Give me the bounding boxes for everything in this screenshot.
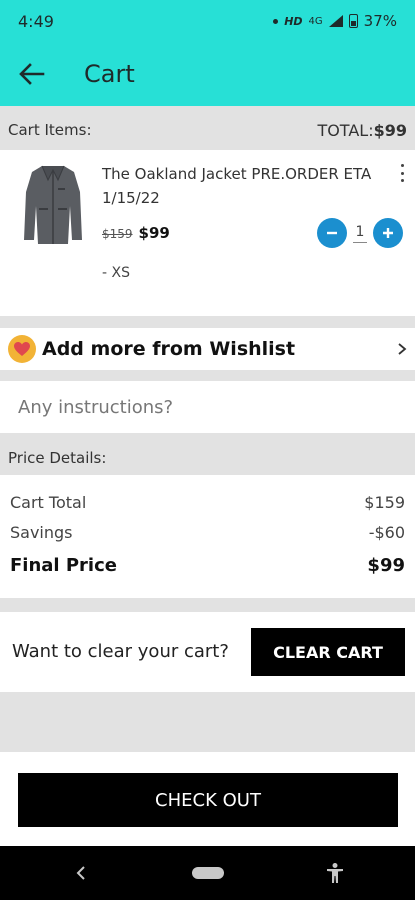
total-label: TOTAL: xyxy=(317,120,374,140)
clear-cart-section: Want to clear your cart? CLEAR CART xyxy=(0,612,415,692)
battery-icon xyxy=(348,14,358,28)
notification-dot-icon xyxy=(273,18,279,24)
cart-items-header: Cart Items: TOTAL:$99 xyxy=(0,108,415,152)
checkout-bar: CHECK OUT xyxy=(0,752,415,846)
cart-total-label: Cart Total xyxy=(10,492,87,512)
checkout-button[interactable]: CHECK OUT xyxy=(18,773,398,827)
savings-label: Savings xyxy=(10,522,73,542)
quantity-stepper: 1 xyxy=(317,218,403,248)
quantity-value[interactable]: 1 xyxy=(353,224,367,243)
original-price: $159 xyxy=(102,227,133,241)
savings-row: Savings -$60 xyxy=(10,517,405,547)
accessibility-icon[interactable] xyxy=(324,862,346,884)
instructions-field-container xyxy=(0,381,415,433)
final-price-value: $99 xyxy=(367,554,405,576)
nav-home-pill[interactable] xyxy=(192,867,224,879)
signal-icon xyxy=(328,15,343,27)
total-value: $99 xyxy=(373,120,407,140)
plus-icon xyxy=(383,228,393,238)
sale-price: $99 xyxy=(138,224,170,242)
battery-percent: 37% xyxy=(363,12,397,30)
savings-value: -$60 xyxy=(368,522,405,542)
cart-total-value: $159 xyxy=(364,492,405,512)
cart-total-summary: TOTAL:$99 xyxy=(317,121,407,140)
status-time: 4:49 xyxy=(18,11,54,31)
wishlist-label: Add more from Wishlist xyxy=(42,338,296,360)
page-title: Cart xyxy=(84,60,135,88)
instructions-input[interactable] xyxy=(18,396,397,418)
decrease-quantity-button[interactable] xyxy=(317,218,347,248)
heart-icon xyxy=(14,342,30,356)
cart-items-label: Cart Items: xyxy=(8,121,92,139)
signal-type: 4G xyxy=(308,15,323,27)
product-image[interactable] xyxy=(22,162,84,244)
clear-cart-prompt: Want to clear your cart? xyxy=(12,641,229,662)
status-icons: HD 4G 37% xyxy=(273,12,397,30)
app-bar: Cart xyxy=(0,42,415,106)
add-from-wishlist-row[interactable]: Add more from Wishlist xyxy=(0,328,415,370)
final-price-label: Final Price xyxy=(10,554,117,576)
increase-quantity-button[interactable] xyxy=(373,218,403,248)
item-menu-icon[interactable] xyxy=(397,164,407,182)
cart-total-row: Cart Total $159 xyxy=(10,487,405,517)
status-bar: 4:49 HD 4G 37% xyxy=(0,0,415,42)
cart-item: The Oakland Jacket PRE.ORDER ETA 1/15/22… xyxy=(0,150,415,316)
price-details: Cart Total $159 Savings -$60 Final Price… xyxy=(0,475,415,598)
arrow-left-icon xyxy=(19,63,45,85)
chevron-right-icon xyxy=(398,343,407,355)
network-type: HD xyxy=(284,14,303,28)
system-navigation-bar xyxy=(0,846,415,900)
product-variant: - XS xyxy=(102,265,130,281)
clear-cart-button[interactable]: CLEAR CART xyxy=(251,628,405,676)
final-price-row: Final Price $99 xyxy=(10,547,405,583)
price-row: $159 $99 xyxy=(102,224,170,242)
product-title[interactable]: The Oakland Jacket PRE.ORDER ETA 1/15/22 xyxy=(102,162,392,210)
heart-badge xyxy=(8,335,36,363)
back-button[interactable] xyxy=(0,42,64,106)
minus-icon xyxy=(327,231,337,235)
nav-back-icon[interactable] xyxy=(72,863,92,883)
price-details-label: Price Details: xyxy=(8,449,107,467)
price-details-header: Price Details: xyxy=(0,436,415,480)
